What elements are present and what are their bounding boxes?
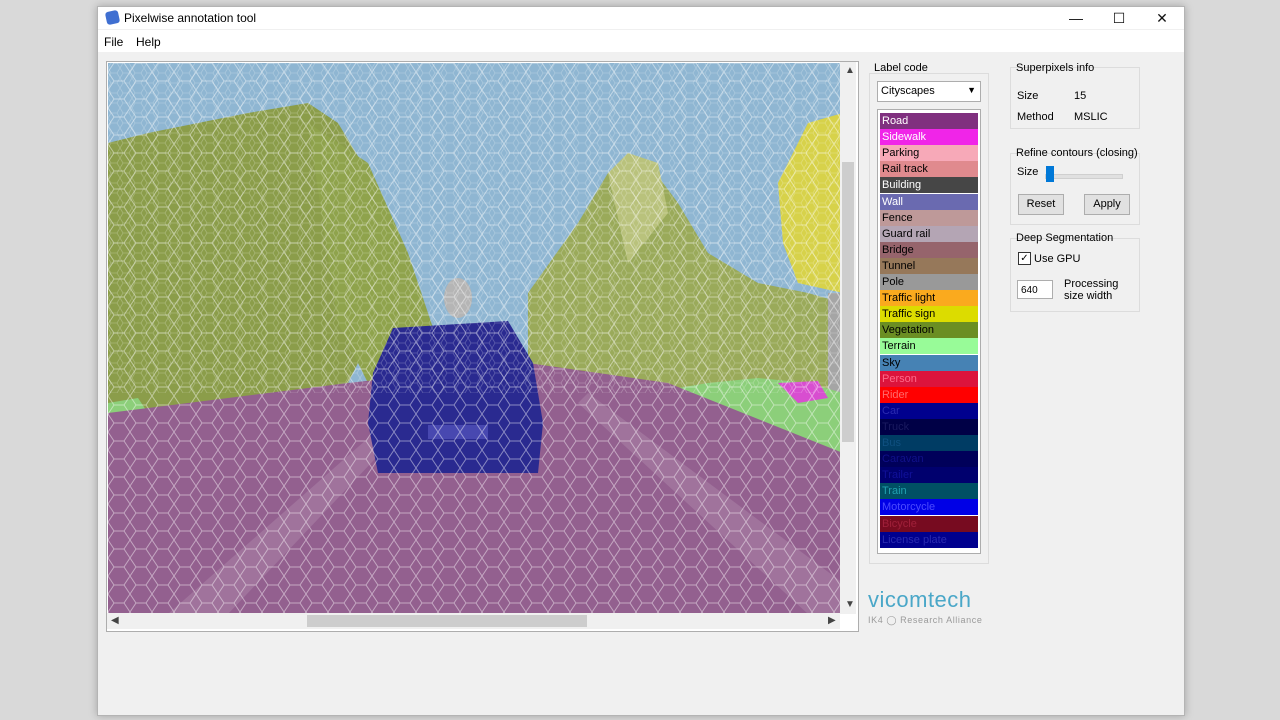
label-item-train[interactable]: Train <box>880 483 978 500</box>
horizontal-scroll-thumb[interactable] <box>307 615 587 627</box>
label-item-fence[interactable]: Fence <box>880 209 978 226</box>
label-item-vegetation[interactable]: Vegetation <box>880 322 978 339</box>
label-item-trailer[interactable]: Trailer <box>880 467 978 484</box>
label-item-bridge[interactable]: Bridge <box>880 241 978 258</box>
scroll-up-icon[interactable]: ▲ <box>845 65 855 76</box>
close-button[interactable]: ✕ <box>1140 7 1184 29</box>
label-item-bicycle[interactable]: Bicycle <box>880 515 978 532</box>
app-window: Pixelwise annotation tool — ☐ ✕ File Hel… <box>97 6 1185 716</box>
label-item-truck[interactable]: Truck <box>880 418 978 435</box>
label-item-motorcycle[interactable]: Motorcycle <box>880 499 978 516</box>
superpixels-size-value: 15 <box>1074 90 1087 102</box>
window-title: Pixelwise annotation tool <box>124 11 257 25</box>
label-item-car[interactable]: Car <box>880 402 978 419</box>
label-item-rider[interactable]: Rider <box>880 386 978 403</box>
label-item-sidewalk[interactable]: Sidewalk <box>880 129 978 146</box>
refine-size-slider-handle[interactable] <box>1046 166 1054 182</box>
scroll-left-icon[interactable]: ◀ <box>111 615 119 626</box>
label-item-road[interactable]: Road <box>880 113 978 129</box>
use-gpu-label: Use GPU <box>1034 253 1081 265</box>
superpixels-size-label: Size <box>1017 90 1039 102</box>
label-item-terrain[interactable]: Terrain <box>880 338 978 355</box>
reset-button[interactable]: Reset <box>1018 194 1064 215</box>
refine-size-label: Size <box>1017 166 1039 178</box>
vertical-scroll-thumb[interactable] <box>842 162 854 442</box>
menu-bar: File Help <box>98 30 1184 52</box>
chevron-down-icon: ▼ <box>967 85 976 95</box>
title-bar: Pixelwise annotation tool — ☐ ✕ <box>98 7 1184 29</box>
label-item-pole[interactable]: Pole <box>880 274 978 290</box>
dataset-select-value: Cityscapes <box>881 85 935 97</box>
label-item-building[interactable]: Building <box>880 177 978 194</box>
menu-help[interactable]: Help <box>136 35 161 49</box>
scroll-down-icon[interactable]: ▼ <box>845 599 855 610</box>
label-item-license-plate[interactable]: License plate <box>880 531 978 548</box>
dataset-select[interactable]: Cityscapes ▼ <box>877 81 981 102</box>
scroll-right-icon[interactable]: ▶ <box>828 615 836 626</box>
label-item-caravan[interactable]: Caravan <box>880 451 978 468</box>
vertical-scrollbar[interactable] <box>840 62 856 614</box>
maximize-button[interactable]: ☐ <box>1097 7 1141 29</box>
label-item-wall[interactable]: Wall <box>880 193 978 210</box>
superpixels-method-label: Method <box>1017 111 1054 123</box>
horizontal-scrollbar[interactable] <box>107 613 840 629</box>
use-gpu-checkbox[interactable]: ✓ <box>1018 252 1031 265</box>
label-item-tunnel[interactable]: Tunnel <box>880 257 978 274</box>
label-item-bus[interactable]: Bus <box>880 435 978 451</box>
apply-button[interactable]: Apply <box>1084 194 1130 215</box>
vicomtech-logo-subtitle: IK4 ◯ Research Alliance <box>868 615 983 625</box>
label-list[interactable]: Road Sidewalk Parking Rail track Building Wal… <box>877 109 981 554</box>
label-item-person[interactable]: Person <box>880 370 978 387</box>
refine-size-slider[interactable] <box>1045 174 1123 179</box>
vicomtech-logo: vicomtech <box>868 587 972 612</box>
processing-width-input[interactable]: 640 <box>1017 280 1053 299</box>
label-item-rail-track[interactable]: Rail track <box>880 161 978 178</box>
superpixels-method-value: MSLIC <box>1074 111 1108 123</box>
label-item-parking[interactable]: Parking <box>880 145 978 162</box>
processing-width-label-2: size width <box>1064 290 1113 302</box>
image-viewport[interactable] <box>106 61 859 632</box>
processing-width-label-1: Processing <box>1064 278 1119 290</box>
label-item-traffic-light[interactable]: Traffic light <box>880 290 978 307</box>
deep-segmentation-title: Deep Segmentation <box>1016 232 1114 244</box>
minimize-button[interactable]: — <box>1054 7 1098 29</box>
app-icon <box>104 9 121 26</box>
label-item-sky[interactable]: Sky <box>880 354 978 371</box>
superpixels-title: Superpixels info <box>1016 62 1095 74</box>
label-item-traffic-sign[interactable]: Traffic sign <box>880 306 978 323</box>
label-item-guard-rail[interactable]: Guard rail <box>880 225 978 242</box>
checkmark-icon: ✓ <box>1020 253 1029 264</box>
menu-file[interactable]: File <box>104 35 123 49</box>
refine-title: Refine contours (closing) <box>1016 147 1138 159</box>
label-code-title: Label code <box>874 62 928 74</box>
segmentation-image[interactable] <box>108 63 843 614</box>
